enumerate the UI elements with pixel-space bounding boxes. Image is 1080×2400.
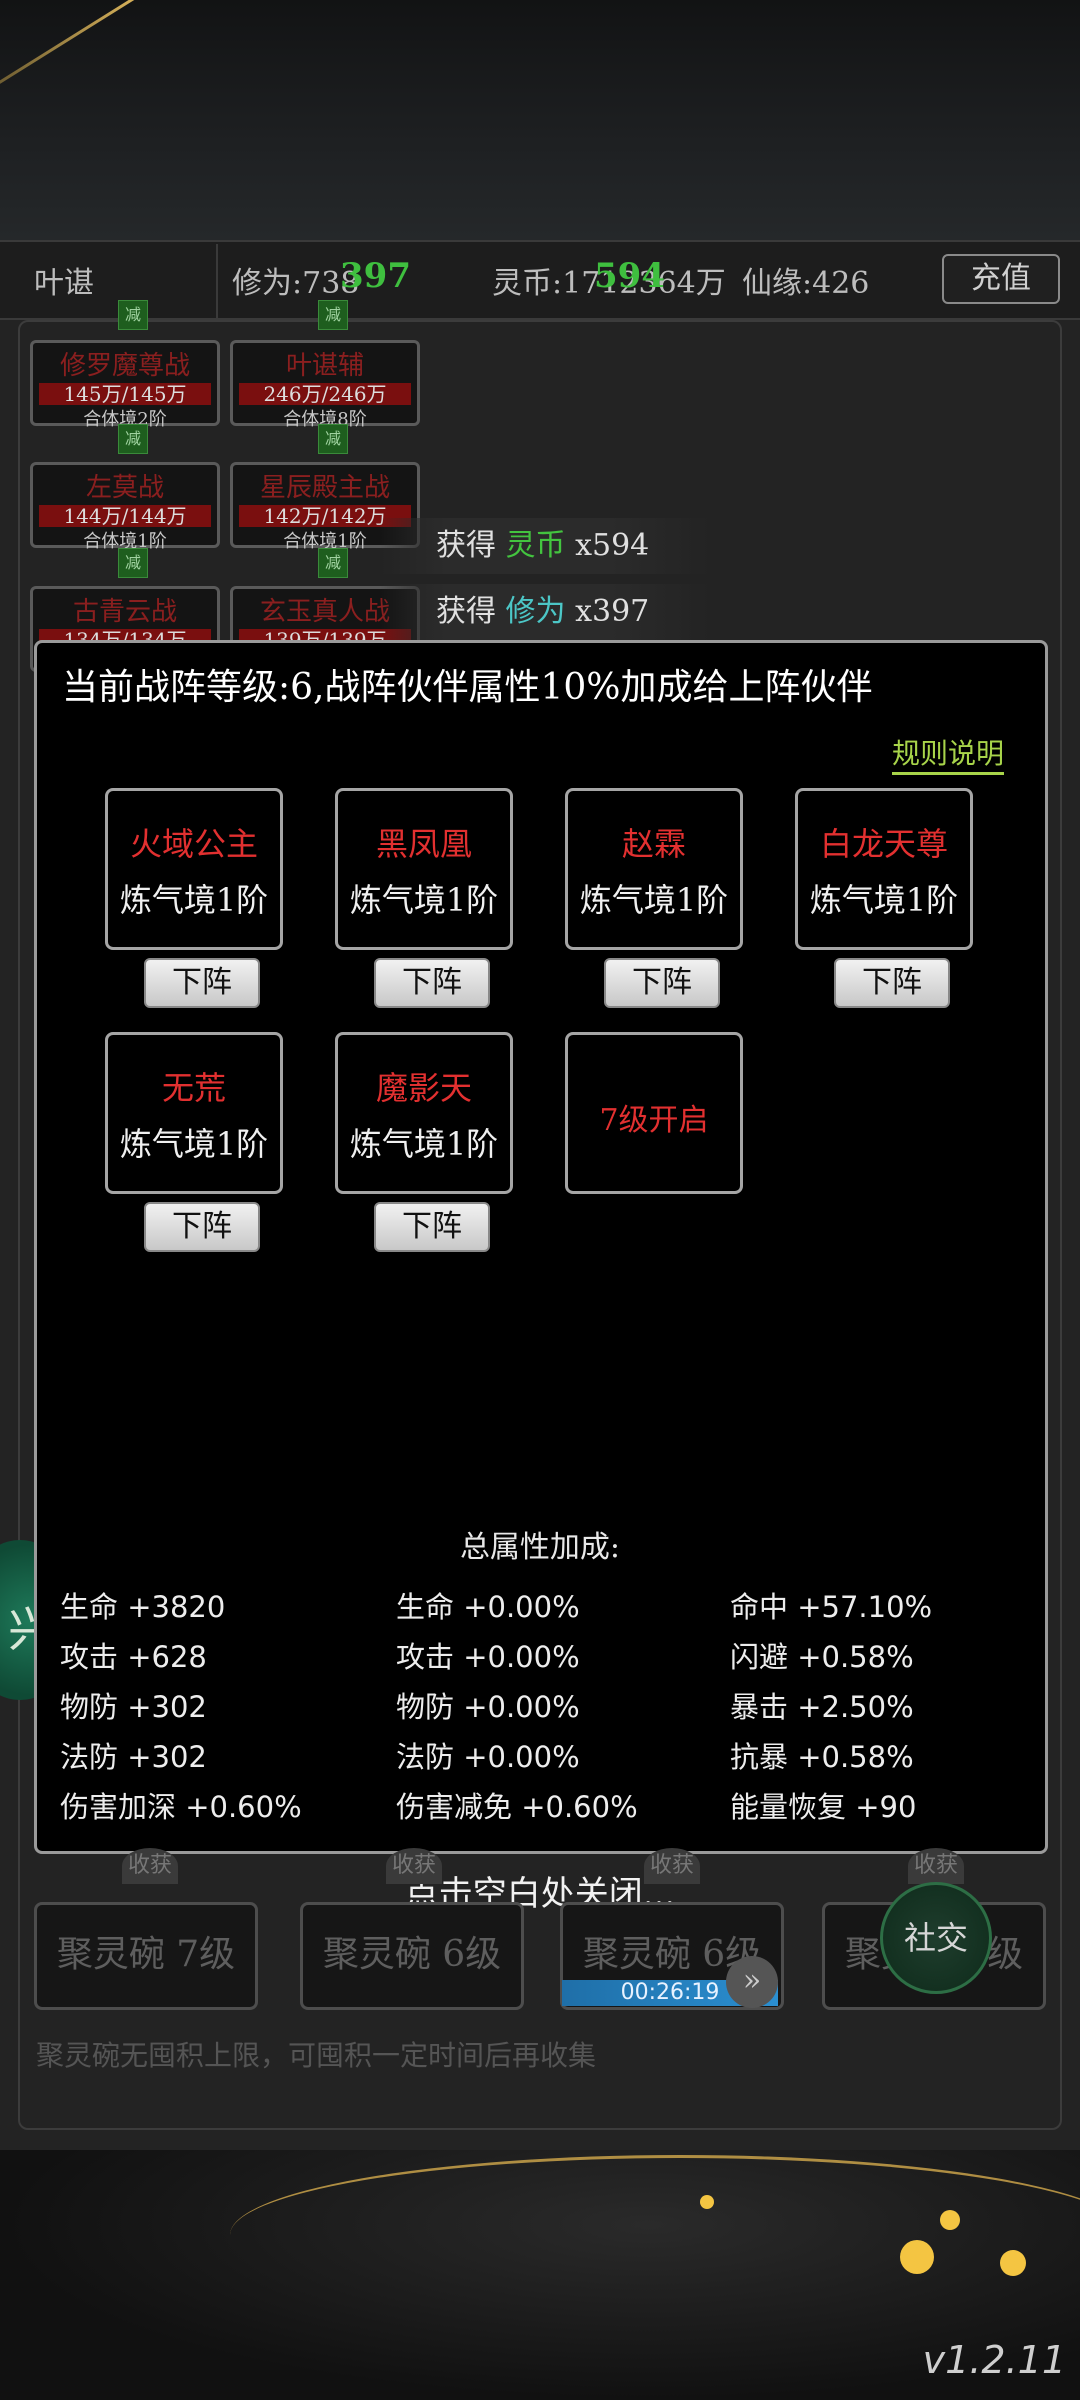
reduce-badge-icon: 减 [118,300,148,330]
gain-amount: x594 [565,528,650,563]
stat-value: 法防 +302 [60,1740,207,1774]
stat-value: 物防 +0.00% [396,1690,580,1724]
card-name: 叶谌辅 [285,351,364,381]
partner-slot[interactable]: 赵霖 炼气境1阶 [565,788,743,950]
bowl-note: 聚灵碗无囤积上限，可囤积一定时间后再收集 [36,2039,597,2072]
partner-slot[interactable]: 白龙天尊 炼气境1阶 [795,788,973,950]
total-attributes-title: 总属性加成: [459,1530,621,1565]
partner-realm: 炼气境1阶 [349,1125,499,1163]
gain-prefix: 获得 [436,594,506,629]
stat-value: 生命 +0.00% [396,1590,580,1624]
cultivation-gain-float: 397 [340,256,411,296]
gain-prefix: 获得 [436,528,506,563]
partner-name: 魔影天 [375,1069,472,1107]
fast-forward-icon[interactable]: » [726,1956,778,2008]
stat-value: 伤害加深 +0.60% [60,1790,302,1824]
partner-slot[interactable]: 魔影天 炼气境1阶 [335,1032,513,1194]
partner-realm: 炼气境1阶 [349,881,499,919]
unassign-button[interactable]: 下阵 [604,958,720,1008]
card-hp-bar: 145万/145万 [39,383,211,405]
card-name: 星辰殿主战 [259,473,390,503]
unassign-button[interactable]: 下阵 [374,958,490,1008]
gain-amount: x397 [565,594,650,629]
partner-slot[interactable]: 无荒 炼气境1阶 [105,1032,283,1194]
spirit-bowl[interactable]: 聚灵碗 6级 [300,1902,524,2010]
gold-streak-decoration [0,0,138,88]
recharge-button[interactable]: 充值 [942,254,1060,304]
social-button[interactable]: 社交 [880,1882,992,1994]
reduce-badge-icon: 减 [318,424,348,454]
collect-tag[interactable]: 收获 [644,1848,700,1884]
spirit-bowl[interactable]: 聚灵碗 7级 [34,1902,258,2010]
stat-value: 能量恢复 +90 [730,1790,917,1824]
spirit-coin-gain-float: 594 [594,256,665,296]
card-name: 修罗魔尊战 [59,351,190,381]
formation-card[interactable]: 叶谌辅 246万/246万 合体境8阶 [230,340,420,430]
rules-link[interactable]: 规则说明 [892,736,1005,775]
unassign-button[interactable]: 下阵 [834,958,950,1008]
gold-splash-decoration [1000,2250,1026,2276]
gold-arc-decoration [230,2155,1080,2315]
partner-name: 赵霖 [621,825,686,863]
stat-value: 生命 +3820 [60,1590,226,1624]
top-background [0,0,1080,240]
reduce-badge-icon: 减 [318,548,348,578]
partner-realm: 炼气境1阶 [119,881,269,919]
unassign-button[interactable]: 下阵 [144,958,260,1008]
reduce-badge-icon: 减 [118,424,148,454]
partner-realm: 炼气境1阶 [579,881,729,919]
gold-splash-decoration [700,2195,714,2209]
stat-value: 命中 +57.10% [730,1590,933,1624]
partner-name: 黑凤凰 [375,825,472,863]
gain-notification: 获得 修为 x397 [380,584,710,640]
unassign-button[interactable]: 下阵 [144,1202,260,1252]
stat-value: 伤害减免 +0.60% [396,1790,638,1824]
collect-tag[interactable]: 收获 [386,1848,442,1884]
player-name: 叶谌 [34,266,94,301]
modal-title: 当前战阵等级:6,战阵伙伴属性10%加成给上阵伙伴 [62,667,873,708]
partner-slot[interactable]: 火域公主 炼气境1阶 [105,788,283,950]
collect-tag[interactable]: 收获 [908,1848,964,1884]
card-hp-bar: 246万/246万 [239,383,411,405]
formation-card[interactable]: 左莫战 144万/144万 合体境1阶 [30,462,220,552]
partner-realm: 炼气境1阶 [809,881,959,919]
stat-value: 物防 +302 [60,1690,207,1724]
card-name: 左莫战 [85,473,164,503]
version-label: v1.2.11 [922,2338,1066,2382]
gain-item: 灵币 [505,528,566,563]
immortal-fate-value: 仙缘:426 [742,266,870,301]
stat-value: 攻击 +628 [60,1640,207,1674]
header-divider [216,244,218,318]
locked-slot-label: 7级开启 [599,1103,709,1138]
partner-name: 无荒 [161,1069,226,1107]
locked-slot: 7级开启 [565,1032,743,1194]
gold-splash-decoration [900,2240,934,2274]
partner-realm: 炼气境1阶 [119,1125,269,1163]
reduce-badge-icon: 减 [318,300,348,330]
stat-value: 抗暴 +0.58% [730,1740,914,1774]
collect-tag[interactable]: 收获 [122,1848,178,1884]
partner-name: 火域公主 [129,825,258,863]
stat-value: 暴击 +2.50% [730,1690,914,1724]
gain-item: 修为 [505,594,566,629]
reduce-badge-icon: 减 [118,548,148,578]
card-name: 古青云战 [72,597,177,627]
card-hp-bar: 144万/144万 [39,505,211,527]
stat-value: 法防 +0.00% [396,1740,580,1774]
unassign-button[interactable]: 下阵 [374,1202,490,1252]
partner-name: 白龙天尊 [819,825,948,863]
gold-splash-decoration [940,2210,960,2230]
formation-card[interactable]: 修罗魔尊战 145万/145万 合体境2阶 [30,340,220,430]
stat-value: 闪避 +0.58% [730,1640,914,1674]
stat-value: 攻击 +0.00% [396,1640,580,1674]
partner-slot[interactable]: 黑凤凰 炼气境1阶 [335,788,513,950]
gain-notification: 获得 灵币 x594 [380,518,710,574]
